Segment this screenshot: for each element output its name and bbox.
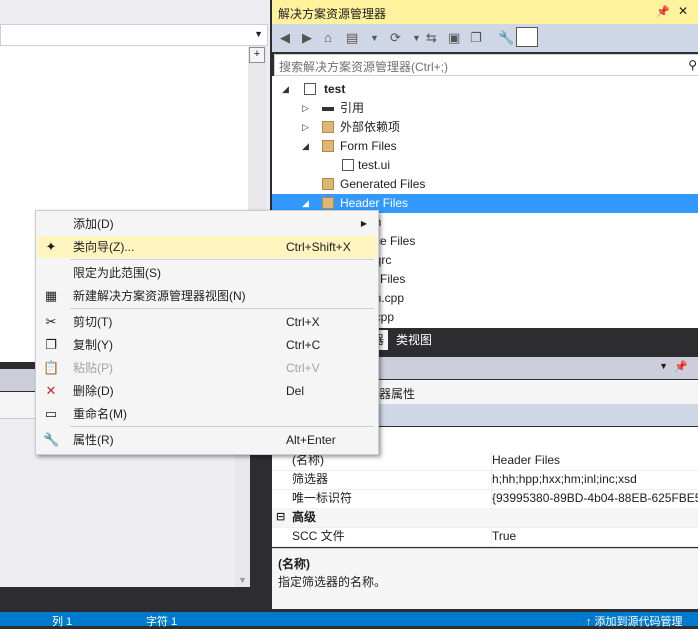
rename-icon: ▭: [44, 406, 58, 421]
expanded-arrow-icon[interactable]: ◢: [302, 137, 309, 156]
search-placeholder: 搜索解决方案资源管理器(Ctrl+;): [279, 60, 448, 74]
status-bar: 列 1 字符 1 ↑ 添加到源代码管理: [0, 612, 698, 629]
new-view-icon: ▦: [44, 288, 58, 303]
project-icon: [304, 83, 316, 95]
wrench-icon[interactable]: 🔧: [498, 30, 514, 46]
back-icon[interactable]: ◀: [280, 30, 290, 46]
solution-explorer-title: 解决方案资源管理器: [278, 7, 387, 21]
property-row[interactable]: 筛选器 h;hh;hpp;hxx;hm;inl;inc;xsd: [272, 470, 698, 490]
class-wizard-icon: ✦: [45, 239, 57, 254]
forward-icon[interactable]: ▶: [302, 30, 312, 46]
folder-icon: [322, 178, 334, 190]
menu-item-paste[interactable]: 📋 粘贴(P) Ctrl+V: [37, 357, 377, 379]
menu-item-add[interactable]: 添加(D) ▶: [37, 213, 377, 235]
collapse-category-icon[interactable]: ⊟: [276, 508, 285, 527]
folder-icon: [322, 121, 334, 133]
editor-navigation-dropdown[interactable]: ▼: [0, 24, 268, 46]
collapse-all-icon[interactable]: ▣: [448, 30, 460, 46]
menu-item-class-wizard[interactable]: ✦ 类向导(Z)... Ctrl+Shift+X: [37, 236, 377, 258]
property-row[interactable]: 唯一标识符 {93995380-89BD-4b04-88EB-625FBE52E…: [272, 489, 698, 509]
solution-explorer-search-input[interactable]: 搜索解决方案资源管理器(Ctrl+;) ⚲: [274, 54, 698, 76]
collapsed-arrow-icon[interactable]: ▷: [302, 99, 309, 118]
tree-node-solution[interactable]: ◢ test: [272, 80, 698, 99]
submenu-arrow-icon: ▶: [360, 219, 367, 228]
chevron-down-icon[interactable]: ▼: [412, 33, 421, 43]
paste-icon: 📋: [43, 360, 60, 375]
pin-icon[interactable]: 📌: [674, 360, 688, 373]
close-icon[interactable]: ✕: [678, 4, 688, 18]
property-description: (名称) 指定筛选器的名称。: [272, 548, 698, 609]
wrench-icon: 🔧: [43, 432, 60, 447]
pending-changes-icon[interactable]: ⟳: [390, 30, 401, 46]
description-name: (名称): [278, 557, 310, 571]
menu-separator: [70, 426, 374, 427]
references-icon: [322, 107, 334, 111]
folder-icon: [322, 140, 334, 152]
chevron-down-icon: ▼: [254, 29, 263, 39]
property-row[interactable]: SCC 文件 True: [272, 527, 698, 547]
tab-class-view[interactable]: 类视图: [392, 330, 437, 350]
chevron-down-icon[interactable]: ▼: [370, 33, 379, 43]
add-to-source-control[interactable]: ↑ 添加到源代码管理: [586, 613, 683, 629]
switch-views-icon[interactable]: ▤: [346, 30, 358, 46]
show-all-files-icon[interactable]: ❐: [470, 30, 482, 46]
menu-item-scope-to-this[interactable]: 限定为此范围(S): [37, 262, 377, 284]
menu-item-copy[interactable]: ❐ 复制(Y) Ctrl+C: [37, 334, 377, 356]
scissors-icon: ✂: [45, 314, 57, 329]
home-icon[interactable]: ⌂: [324, 30, 332, 45]
delete-x-icon: ✕: [45, 383, 57, 398]
description-text: 指定筛选器的名称。: [278, 575, 387, 589]
solution-explorer-toolbar: ◀ ▶ ⌂ ▤ ▼ ⟳ ▼ ⇆ ▣ ❐ 🔧: [272, 24, 698, 52]
tree-node-form-files[interactable]: ◢ Form Files: [272, 137, 698, 156]
menu-separator: [70, 259, 374, 260]
file-icon: [342, 159, 354, 171]
folder-icon: [322, 197, 334, 209]
menu-separator: [70, 308, 374, 309]
search-icon[interactable]: ⚲: [688, 58, 697, 72]
menu-item-rename[interactable]: ▭ 重命名(M): [37, 403, 377, 425]
chevron-down-icon[interactable]: ▼: [659, 361, 668, 371]
scroll-down-icon[interactable]: ▼: [238, 575, 247, 585]
tree-node-references[interactable]: ▷ 引用: [272, 99, 698, 118]
status-line: 列 1: [52, 616, 73, 628]
status-char: 字符 1: [146, 616, 178, 628]
expanded-arrow-icon[interactable]: ◢: [282, 80, 289, 99]
menu-item-delete[interactable]: ✕ 删除(D) Del: [37, 380, 377, 402]
split-editor-button[interactable]: +: [249, 47, 265, 63]
menu-item-cut[interactable]: ✂ 剪切(T) Ctrl+X: [37, 311, 377, 333]
tree-node-generated-files[interactable]: Generated Files: [272, 175, 698, 194]
solution-explorer-title-bar: 解决方案资源管理器 📌 ✕: [272, 0, 698, 24]
tree-node-external-deps[interactable]: ▷ 外部依赖项: [272, 118, 698, 137]
menu-item-properties[interactable]: 🔧 属性(R) Alt+Enter: [37, 429, 377, 451]
pin-icon[interactable]: 📌: [656, 5, 670, 18]
collapsed-arrow-icon[interactable]: ▷: [302, 118, 309, 137]
menu-item-new-view[interactable]: ▦ 新建解决方案资源管理器视图(N): [37, 285, 377, 307]
preview-selected-items-icon[interactable]: [516, 27, 538, 47]
tree-node-test-ui[interactable]: test.ui: [272, 156, 698, 175]
copy-icon: ❐: [45, 337, 57, 352]
property-category[interactable]: ⊟ 高级: [272, 508, 698, 528]
context-menu: 添加(D) ▶ ✦ 类向导(Z)... Ctrl+Shift+X 限定为此范围(…: [35, 210, 379, 455]
sync-icon[interactable]: ⇆: [426, 30, 437, 46]
